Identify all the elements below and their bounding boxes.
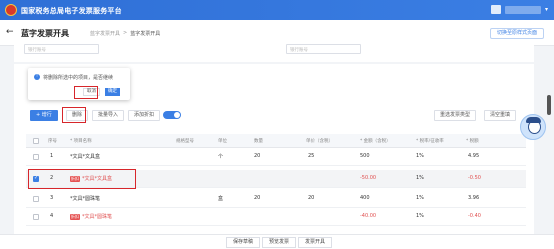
confirm-message: 将删除所选中的项目，是否继续 bbox=[43, 75, 114, 81]
cell-price[interactable]: 20 bbox=[308, 195, 314, 201]
breadcrumb-item[interactable]: 蓝字发票开具 bbox=[90, 30, 120, 37]
cell-qty[interactable]: 20 bbox=[254, 153, 260, 159]
ok-button-highlight bbox=[74, 86, 98, 99]
page-title: 蓝字发票开具 bbox=[21, 29, 69, 38]
row-checkbox[interactable] bbox=[33, 196, 39, 202]
cell-item-name[interactable]: *文具*圆珠笔 bbox=[70, 195, 100, 202]
col-price: 单价（含税） bbox=[306, 139, 333, 144]
clear-refill-button[interactable]: 清空重填 bbox=[484, 110, 517, 121]
bank-account-field-left[interactable]: 银行账号 bbox=[24, 44, 99, 54]
cell-tax: -0.40 bbox=[468, 213, 481, 219]
cell-no: 1 bbox=[50, 153, 54, 159]
bank-info-panel: 银行账号 银行账号 bbox=[14, 40, 534, 62]
tax-inclusive-toggle[interactable] bbox=[163, 111, 181, 119]
col-unit: 单位 bbox=[218, 139, 227, 144]
footer-actions: 保存草稿 预览发票 发票开具 bbox=[0, 234, 554, 249]
col-qty: 数量 bbox=[254, 139, 263, 144]
add-discount-button[interactable]: 添加折扣 bbox=[128, 110, 161, 121]
assistant-avatar-icon[interactable] bbox=[520, 114, 546, 140]
cell-amount[interactable]: -40.00 bbox=[360, 213, 376, 219]
tax-emblem-icon bbox=[5, 4, 17, 16]
cell-amount[interactable]: -50.00 bbox=[360, 175, 376, 181]
chevron-down-icon[interactable]: ▾ bbox=[545, 6, 548, 13]
select-all-checkbox[interactable] bbox=[33, 138, 39, 144]
issue-invoice-button[interactable]: 发票开具 bbox=[298, 237, 333, 248]
row-checkbox[interactable] bbox=[33, 154, 39, 160]
cell-rate[interactable]: 1% bbox=[416, 195, 424, 201]
confirm-ok-button[interactable]: 确定 bbox=[105, 88, 120, 96]
cell-no: 3 bbox=[50, 195, 54, 201]
cell-amount[interactable]: 500 bbox=[360, 153, 370, 159]
cell-unit[interactable]: 个 bbox=[218, 153, 223, 160]
cell-amount[interactable]: 400 bbox=[360, 195, 370, 201]
top-bar-user-area: ▾ bbox=[490, 5, 548, 14]
cell-item-name[interactable]: *文具*文具盒 bbox=[70, 153, 100, 160]
cell-unit[interactable]: 盒 bbox=[218, 195, 223, 202]
cell-tax: 4.95 bbox=[468, 153, 480, 159]
app-title: 国家税务总局电子发票服务平台 bbox=[21, 7, 122, 15]
reselect-invoice-type-button[interactable]: 重选发票类型 bbox=[434, 110, 477, 121]
cell-qty[interactable]: 20 bbox=[254, 195, 260, 201]
page-scrollbar[interactable] bbox=[547, 95, 551, 115]
cell-rate[interactable]: 1% bbox=[416, 175, 424, 181]
table-header: 序号 * 项目名称 规格型号 单位 数量 单价（含税） * 金额（含税） * 税… bbox=[26, 134, 526, 148]
switch-style-label: 切换至原样式页面 bbox=[496, 30, 537, 36]
notification-icon[interactable] bbox=[490, 5, 501, 14]
breadcrumb-current: 蓝字发票开具 bbox=[130, 31, 161, 37]
cell-no: 4 bbox=[50, 213, 54, 219]
col-no: 序号 bbox=[48, 139, 57, 144]
switch-style-button[interactable]: 切换至原样式页面 bbox=[489, 28, 544, 39]
cell-tax: -0.50 bbox=[468, 175, 481, 181]
item-name-text: *文具*圆珠笔 bbox=[82, 214, 113, 220]
info-icon: ! bbox=[34, 74, 40, 80]
preview-invoice-button[interactable]: 预览发票 bbox=[262, 237, 297, 248]
save-draft-button[interactable]: 保存草稿 bbox=[226, 237, 261, 248]
table-row[interactable]: 1 *文具*文具盒 个 20 25 500 1% 4.95 bbox=[26, 148, 526, 166]
table-row[interactable]: 3 *文具*圆珠笔 盒 20 20 400 1% 3.96 bbox=[26, 190, 526, 208]
discount-tag: 折扣 bbox=[70, 214, 80, 220]
selected-row-highlight bbox=[28, 169, 136, 189]
cell-tax: 3.96 bbox=[468, 195, 480, 201]
delete-button-highlight bbox=[62, 107, 86, 123]
cell-price[interactable]: 25 bbox=[308, 153, 314, 159]
col-item-name: * 项目名称 bbox=[70, 139, 92, 144]
cell-rate[interactable]: 1% bbox=[416, 213, 424, 219]
table-row[interactable]: 4 折扣 *文具*圆珠笔 -40.00 1% -0.40 bbox=[26, 208, 526, 226]
breadcrumb-separator: > bbox=[123, 30, 128, 36]
col-rate: * 税率/征收率 bbox=[416, 139, 444, 144]
top-bar: 国家税务总局电子发票服务平台 ▾ bbox=[0, 0, 554, 20]
cell-item-name[interactable]: 折扣 *文具*圆珠笔 bbox=[70, 213, 112, 220]
col-tax: * 税额 bbox=[466, 139, 479, 144]
bank-account-field-right[interactable]: 银行账号 bbox=[286, 44, 361, 54]
col-amount: * 金额（含税） bbox=[360, 139, 391, 144]
back-arrow-icon[interactable]: ← bbox=[6, 27, 14, 37]
user-name[interactable] bbox=[504, 5, 541, 14]
batch-import-button[interactable]: 批量导入 bbox=[92, 110, 125, 121]
col-spec: 规格型号 bbox=[176, 139, 194, 144]
cell-rate[interactable]: 1% bbox=[416, 153, 424, 159]
row-checkbox[interactable] bbox=[33, 214, 39, 220]
add-row-button[interactable]: + 增行 bbox=[30, 110, 58, 121]
breadcrumb: 蓝字发票开具 > 蓝字发票开具 bbox=[90, 30, 160, 37]
